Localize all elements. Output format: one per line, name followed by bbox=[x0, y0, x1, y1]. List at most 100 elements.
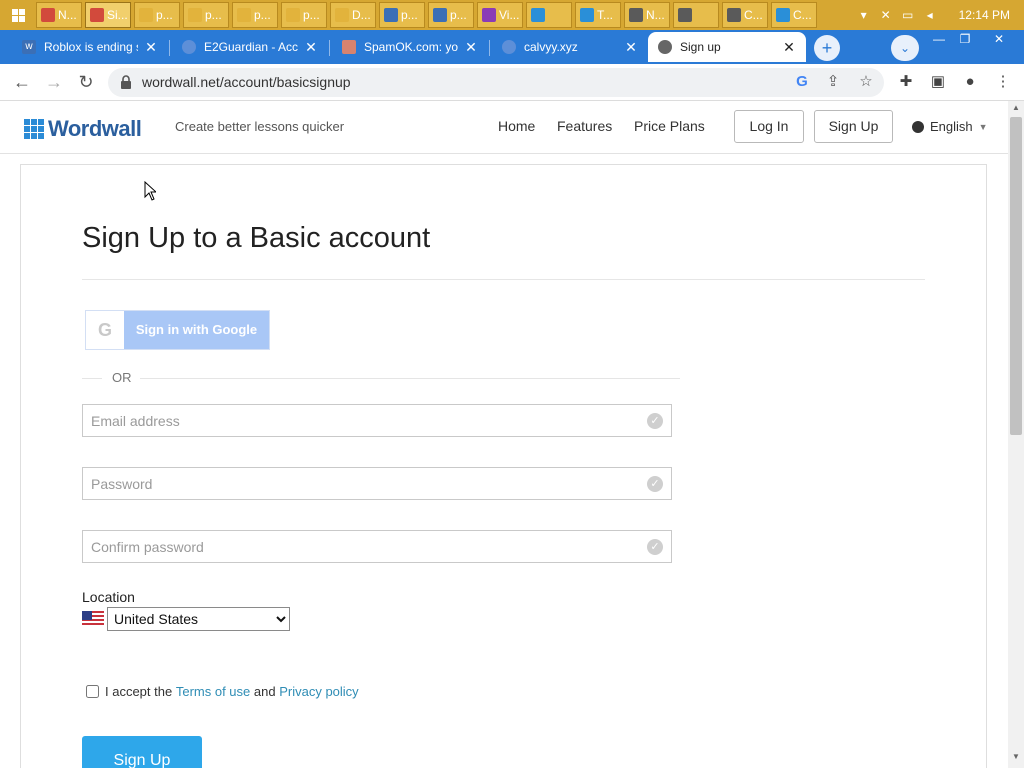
address-bar[interactable]: wordwall.net/account/basicsignup G ⇪ ☆ bbox=[108, 68, 884, 97]
close-window-button[interactable]: ✕ bbox=[986, 30, 1012, 48]
tab-calvyy[interactable]: calvyy.xyz ✕ bbox=[492, 32, 648, 62]
taskbar-button[interactable]: T... bbox=[575, 2, 621, 28]
tab-roblox[interactable]: w Roblox is ending s ✕ bbox=[12, 32, 168, 62]
taskbar-button[interactable]: N... bbox=[36, 2, 82, 28]
taskbar-button[interactable]: p... bbox=[379, 2, 425, 28]
us-flag-icon bbox=[82, 611, 104, 627]
scroll-down-arrow-icon[interactable]: ▼ bbox=[1008, 752, 1024, 764]
tab-e2guardian[interactable]: E2Guardian - Acc ✕ bbox=[172, 32, 328, 62]
scroll-up-arrow-icon[interactable]: ▲ bbox=[1008, 103, 1024, 115]
close-icon[interactable]: ✕ bbox=[144, 39, 158, 56]
taskbar-button[interactable]: p... bbox=[428, 2, 474, 28]
sign-up-submit-button[interactable]: Sign Up bbox=[82, 736, 202, 768]
chrome-icon bbox=[90, 8, 104, 22]
terms-of-use-link[interactable]: Terms of use bbox=[176, 684, 250, 699]
forward-arrow-icon[interactable]: → bbox=[42, 71, 66, 93]
spamok-favicon bbox=[342, 40, 356, 54]
restore-button[interactable]: ❐ bbox=[952, 30, 978, 48]
language-label: English bbox=[930, 119, 973, 134]
tab-sign-up[interactable]: Sign up ✕ bbox=[648, 32, 806, 62]
globe-icon bbox=[658, 40, 672, 54]
chevron-up-icon[interactable]: ▾ bbox=[857, 8, 871, 22]
accept-terms-checkbox[interactable] bbox=[86, 685, 99, 698]
nav-features-link[interactable]: Features bbox=[557, 118, 612, 134]
taskbar-button[interactable] bbox=[673, 2, 719, 28]
taskbar-button[interactable]: p... bbox=[281, 2, 327, 28]
taskbar-button-label: Vi... bbox=[499, 8, 520, 22]
browser-tab-strip: w Roblox is ending s ✕ E2Guardian - Acc … bbox=[0, 30, 1024, 64]
taskbar-button-label: p... bbox=[254, 8, 271, 22]
taskbar-button[interactable]: Si... bbox=[85, 2, 131, 28]
terms-text: I accept the bbox=[105, 684, 173, 699]
globe-icon bbox=[502, 40, 516, 54]
taskbar-button-label: D... bbox=[352, 8, 371, 22]
folder-icon bbox=[286, 8, 300, 22]
log-in-button[interactable]: Log In bbox=[734, 110, 804, 143]
taskbar-button[interactable]: p... bbox=[183, 2, 229, 28]
browser-toolbar: ← → ↻ wordwall.net/account/basicsignup G… bbox=[0, 64, 1024, 101]
image-editor-icon bbox=[433, 8, 447, 22]
taskbar-button[interactable] bbox=[526, 2, 572, 28]
email-input[interactable] bbox=[83, 405, 623, 436]
taskbar-button-label: p... bbox=[205, 8, 222, 22]
internet-explorer-icon bbox=[580, 8, 594, 22]
notes-icon bbox=[727, 8, 741, 22]
sign-up-header-button[interactable]: Sign Up bbox=[814, 110, 893, 143]
google-button-label: Sign in with Google bbox=[135, 322, 258, 337]
tab-search-button[interactable]: ⌄ bbox=[891, 35, 919, 61]
network-icon[interactable]: ✕ bbox=[879, 8, 893, 22]
close-icon[interactable]: ✕ bbox=[464, 39, 478, 56]
taskbar-clock[interactable]: 12:14 PM bbox=[959, 8, 1010, 22]
confirm-password-input[interactable] bbox=[83, 531, 623, 562]
window-icon bbox=[384, 8, 398, 22]
url-text: wordwall.net/account/basicsignup bbox=[142, 74, 351, 90]
menu-kebab-icon[interactable]: ⋮ bbox=[993, 72, 1013, 92]
wordwall-logo[interactable]: Wordwall bbox=[24, 116, 142, 142]
system-tray: ▾ ✕ ▭ ◂ 12:14 PM bbox=[857, 0, 1024, 30]
volume-muted-icon[interactable]: ◂ bbox=[923, 8, 937, 22]
bookmark-star-icon[interactable]: ☆ bbox=[856, 72, 876, 92]
battery-icon[interactable]: ▭ bbox=[901, 8, 915, 22]
tab-spamok[interactable]: SpamOK.com: yo ✕ bbox=[332, 32, 488, 62]
share-icon[interactable]: ⇪ bbox=[823, 72, 843, 92]
tab-title: E2Guardian - Acc bbox=[204, 40, 298, 54]
language-selector[interactable]: English ▼ bbox=[912, 119, 988, 134]
download-folder-icon bbox=[335, 8, 349, 22]
reload-icon[interactable]: ↻ bbox=[74, 71, 98, 93]
google-icon[interactable]: G bbox=[792, 72, 812, 92]
taskbar-button[interactable]: C... bbox=[771, 2, 817, 28]
notes-icon bbox=[629, 8, 643, 22]
privacy-policy-link[interactable]: Privacy policy bbox=[279, 684, 358, 699]
globe-icon bbox=[182, 40, 196, 54]
side-panel-icon[interactable]: ▣ bbox=[928, 72, 948, 92]
taskbar-button[interactable]: Vi... bbox=[477, 2, 523, 28]
sign-in-with-google-button[interactable]: G Sign in with Google bbox=[85, 310, 270, 350]
close-icon[interactable]: ✕ bbox=[782, 39, 796, 56]
taskbar-button[interactable]: C... bbox=[722, 2, 768, 28]
taskbar-button[interactable]: p... bbox=[232, 2, 278, 28]
tab-separator bbox=[329, 40, 330, 56]
back-arrow-icon[interactable]: ← bbox=[10, 71, 34, 93]
scrollbar-thumb[interactable] bbox=[1010, 117, 1022, 435]
nav-home-link[interactable]: Home bbox=[498, 118, 535, 134]
mouse-cursor-icon bbox=[144, 181, 156, 201]
password-input[interactable] bbox=[83, 468, 623, 499]
tab-title: SpamOK.com: yo bbox=[364, 40, 458, 54]
palette-icon bbox=[776, 8, 790, 22]
taskbar-button[interactable]: N... bbox=[624, 2, 670, 28]
extensions-puzzle-icon[interactable]: ✚ bbox=[896, 72, 916, 92]
minimize-button[interactable]: — bbox=[926, 30, 952, 48]
profile-avatar-icon[interactable]: ● bbox=[960, 72, 980, 92]
taskbar-button[interactable]: D... bbox=[330, 2, 376, 28]
title-divider bbox=[82, 279, 925, 280]
taskbar-button[interactable]: p... bbox=[134, 2, 180, 28]
start-button[interactable] bbox=[0, 0, 36, 30]
nav-price-plans-link[interactable]: Price Plans bbox=[634, 118, 705, 134]
folder-icon bbox=[188, 8, 202, 22]
location-select[interactable]: United States bbox=[107, 607, 290, 631]
lock-icon bbox=[121, 75, 131, 89]
new-tab-button[interactable]: + bbox=[814, 35, 840, 61]
terms-row: I accept the Terms of use and Privacy po… bbox=[86, 684, 359, 699]
close-icon[interactable]: ✕ bbox=[304, 39, 318, 56]
close-icon[interactable]: ✕ bbox=[624, 39, 638, 56]
